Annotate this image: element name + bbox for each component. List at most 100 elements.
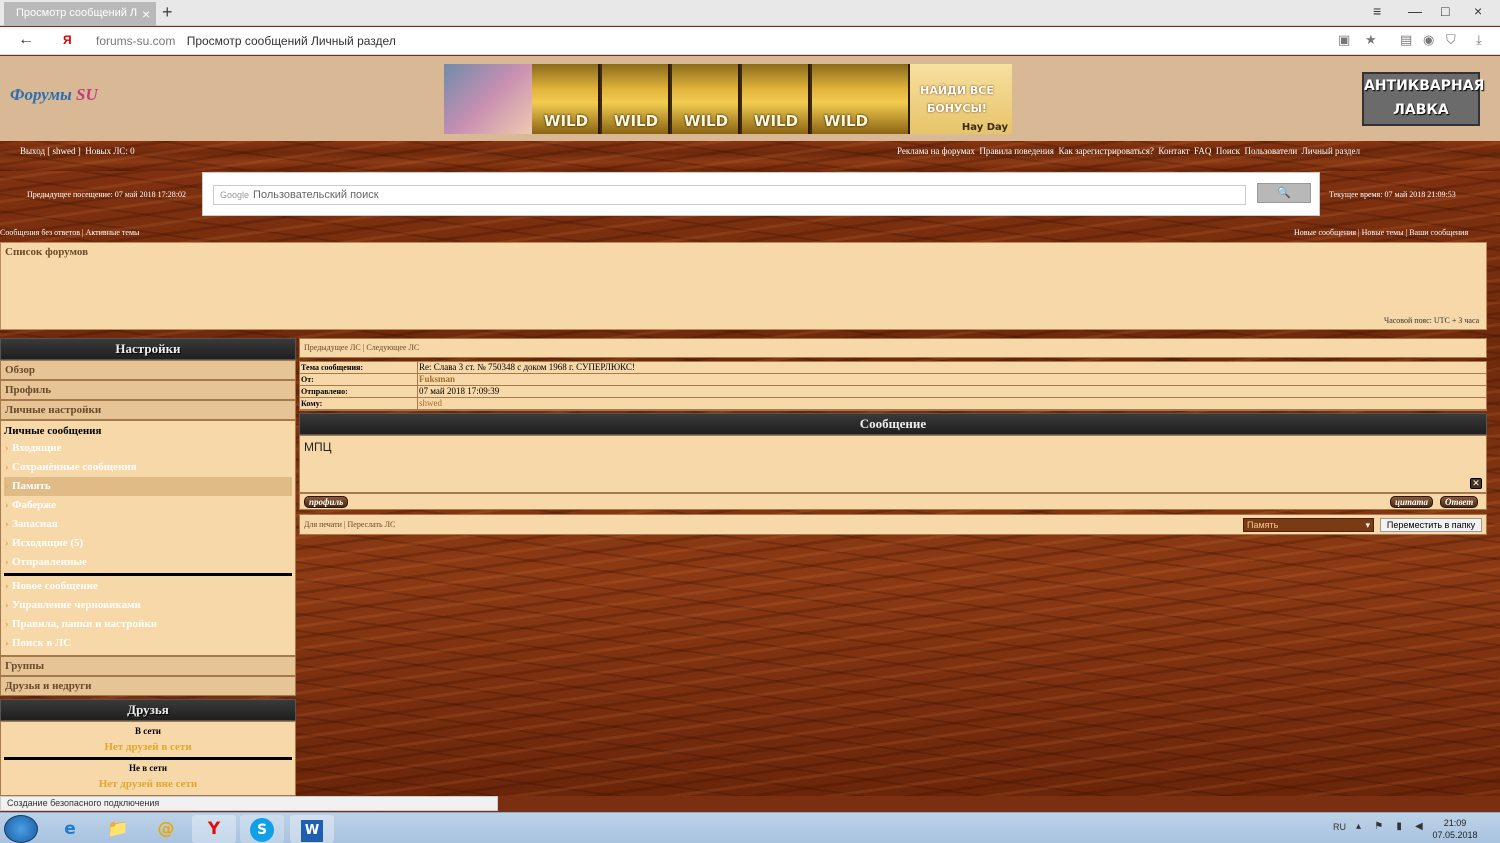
close-window-button[interactable]: × [1474,3,1482,19]
pm-new-message[interactable]: Новое сообщение [4,577,292,596]
pm-folder-sent[interactable]: Отправленные [4,553,292,572]
pm-navigation[interactable]: Предыдущее ЛС | Следующее ЛС [299,338,1487,358]
new-pm-link[interactable]: Новых ЛС: 0 [85,146,134,156]
google-search-box: Google Пользовательский поиск 🔍 [202,172,1320,216]
ad-slot: WILD [532,64,600,134]
ad-slot: WILD [672,64,740,134]
browser-tab[interactable]: Просмотр сообщений Л × [4,2,156,26]
ie-icon[interactable]: e [48,815,92,843]
print-forward-links[interactable]: Для печати | Переслать ЛС [304,520,395,529]
pm-panel: Личные сообщения Входящие Сохранённые со… [0,420,296,656]
pm-options[interactable]: Правила, папки и настройки [4,615,292,634]
pm-author-link[interactable]: Fuksman [418,374,455,385]
tray-icons[interactable]: ▴ ⚑ ▮ ◀ [1356,821,1428,832]
nav-search[interactable]: Поиск [1216,146,1240,156]
pm-bottom-bar: Для печати | Переслать ЛС Память Перемес… [299,514,1487,535]
lock-icon[interactable]: ▣ [1338,33,1350,48]
mail-icon[interactable]: @ [144,815,188,843]
pm-recipient-link[interactable]: shwed [418,398,442,409]
minimize-button[interactable]: — [1408,3,1422,19]
menu-icon[interactable]: ≡ [1373,3,1381,19]
message-header: Сообщение [299,413,1487,435]
star-icon[interactable]: ★ [1365,33,1377,48]
settings-header: Настройки [0,338,296,360]
ad-slot: WILD [812,64,910,134]
table-row: Отправлено: 07 май 2018 17:09:39 [300,386,1486,398]
nav-rules[interactable]: Правила поведения [979,146,1054,156]
quote-button[interactable]: цитата [1390,496,1434,508]
links-right[interactable]: Новые сообщения | Новые темы | Ваши сооб… [1294,228,1468,237]
profile-button[interactable]: профиль [304,496,349,508]
language-indicator[interactable]: RU [1333,822,1346,832]
delete-icon[interactable]: ✕ [1470,478,1482,489]
address-bar: ← Я forums-su.com Просмотр сообщений Лич… [0,27,1500,55]
folder-icon[interactable]: 📁 [96,815,140,843]
logout-link[interactable]: Выход [ shwed ] [20,146,81,156]
table-row: От: Fuksman [300,374,1486,386]
start-button[interactable] [4,815,38,843]
tab-friends-foes[interactable]: Друзья и недруги [0,676,296,696]
download-icon[interactable]: ⤓ [1476,33,1482,48]
maximize-button[interactable]: □ [1441,3,1449,19]
friends-panel: В сети Нет друзей в сети Не в сети Нет д… [0,721,296,796]
antik-ad-banner[interactable]: АНТИКВАРНАЯ ЛАВКА [1362,72,1484,126]
tab-close-icon[interactable]: × [142,3,150,25]
clock-time: 21:09 [1443,818,1467,828]
browser-status: Создание безопасного подключения [0,796,498,811]
ad-banner[interactable]: WILD WILD WILD WILD WILD НАЙДИ ВСЕ БОНУС… [444,64,1012,134]
previous-visit: Предыдущее посещение: 07 май 2018 17:28:… [27,190,187,199]
pm-drafts[interactable]: Управление черновиками [4,596,292,615]
timezone-label: Часовой пояс: UTC + 3 часа [1384,316,1480,325]
yandex-browser-icon[interactable]: Y [192,815,236,843]
tab-profile[interactable]: Профиль [0,380,296,400]
windows-taskbar: e 📁 @ Y S W RU ▴ ⚑ ▮ ◀ 21:09 07.05.2018 [0,812,1500,843]
ad-slot: WILD [742,64,810,134]
pm-folder-outbox[interactable]: Исходящие (5) [4,534,292,553]
forum-list-panel: Список форумов Часовой пояс: UTC + 3 час… [0,242,1487,330]
pm-folder-spare[interactable]: Запасная [4,515,292,534]
shield-icon[interactable]: ⛉ [1446,33,1456,48]
nav-faq[interactable]: FAQ [1194,146,1211,156]
tab-preferences[interactable]: Личные настройки [0,400,296,420]
nav-ads[interactable]: Реклама на форумах [897,146,975,156]
move-to-folder-button[interactable]: Переместить в папку [1380,518,1482,532]
search-input[interactable]: Google Пользовательский поиск [213,185,1246,205]
divider [4,573,292,576]
reply-button[interactable]: Ответ [1440,496,1479,508]
yandex-icon[interactable]: Я [63,33,72,47]
pm-folder-saved[interactable]: Сохранённые сообщения [4,458,292,477]
nav-users[interactable]: Пользователи [1245,146,1298,156]
pm-panel-title[interactable]: Личные сообщения [4,423,292,439]
url-title: Просмотр сообщений Личный раздел [186,34,396,48]
nav-ucp[interactable]: Личный раздел [1302,146,1360,156]
links-left[interactable]: Сообщения без ответов | Активные темы [0,228,139,237]
search-button[interactable]: 🔍 [1257,183,1311,203]
pm-folder-memory[interactable]: Память [4,477,292,496]
clock[interactable]: 21:09 07.05.2018 [1430,817,1480,841]
word-icon[interactable]: W [290,815,334,843]
offline-none: Нет друзей вне сети [98,778,198,790]
extension-icon[interactable]: ◉ [1423,33,1434,48]
nav-contact[interactable]: Контакт [1158,146,1189,156]
forum-list-link[interactable]: Список форумов [5,246,88,258]
current-time: Текущее время: 07 май 2018 21:09:53 [1329,190,1456,199]
quick-links: Сообщения без ответов | Активные темы Но… [0,228,1500,240]
pm-search[interactable]: Поиск в ЛС [4,634,292,653]
site-logo[interactable]: Форумы SU [10,85,98,105]
ad-slot: WILD [602,64,670,134]
tab-groups[interactable]: Группы [0,656,296,676]
pm-folder-faberge[interactable]: Фаберже [4,496,292,515]
back-arrow-icon[interactable]: ← [18,31,34,49]
ad-characters-image [444,64,532,134]
online-none: Нет друзей в сети [104,741,192,753]
tab-overview[interactable]: Обзор [0,360,296,380]
table-row: Кому: shwed [300,398,1486,410]
folder-select[interactable]: Память [1243,518,1374,532]
nav-register-help[interactable]: Как зарегистрироваться? [1058,146,1153,156]
skype-icon[interactable]: S [240,815,284,843]
pm-folder-inbox[interactable]: Входящие [4,439,292,458]
top-nav-bar: Выход [ shwed ] Новых ЛС: 0 Реклама на ф… [0,141,1500,171]
extension-icon[interactable]: ▤ [1400,33,1412,48]
new-tab-button[interactable]: + [162,2,173,22]
url-field[interactable]: forums-su.com Просмотр сообщений Личный … [96,34,396,48]
